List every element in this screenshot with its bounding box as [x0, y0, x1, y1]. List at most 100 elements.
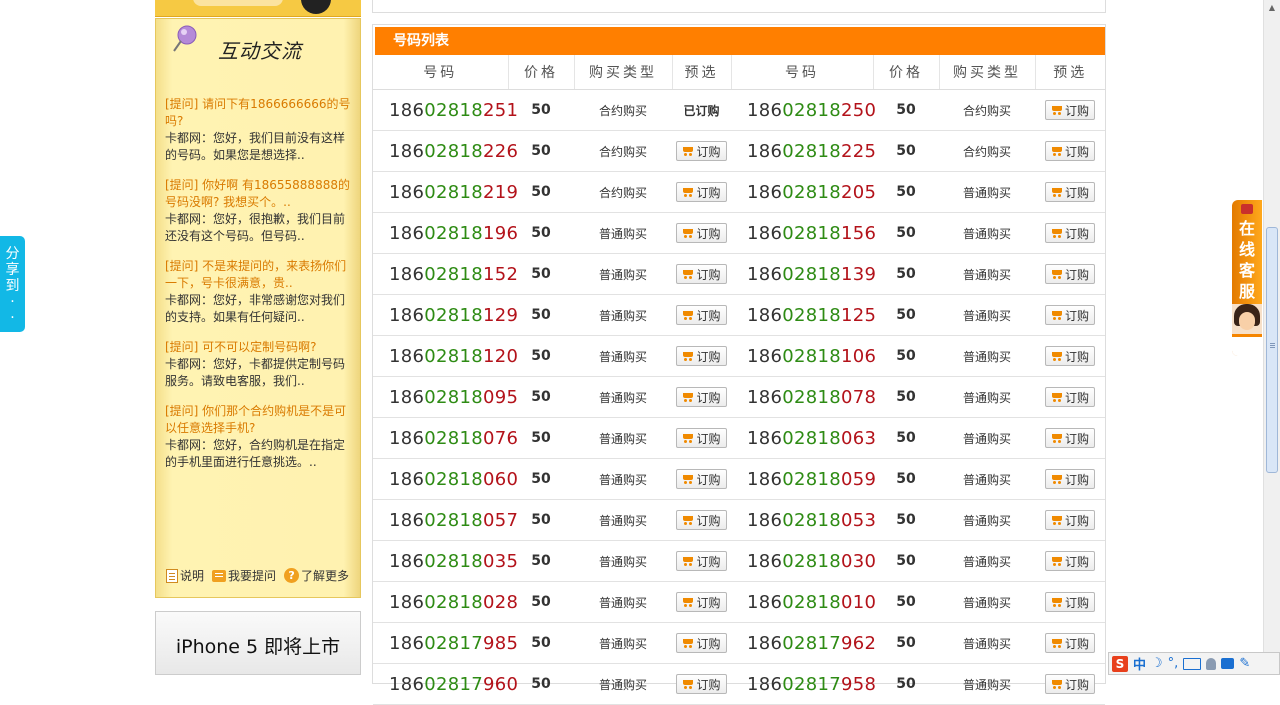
qa-question[interactable]: [提问] 你们那个合约购机是不是可以任意选择手机? — [165, 403, 355, 437]
user-icon[interactable] — [1206, 657, 1217, 670]
qa-item[interactable]: [提问] 请问下有1866666666的号吗? 卡都网：您好，我们目前没有这样的号… — [165, 96, 355, 164]
phone-number[interactable]: 18602818250 — [731, 89, 876, 131]
order-button[interactable]: 订购 — [1044, 510, 1095, 530]
order-button[interactable]: 订购 — [676, 305, 727, 325]
order-button[interactable]: 订购 — [1044, 551, 1095, 571]
scroll-up-arrow-icon[interactable]: ▲ — [1264, 0, 1280, 16]
qa-item[interactable]: [提问] 你们那个合约购机是不是可以任意选择手机? 卡都网：您好，合约购机是在指定… — [165, 403, 355, 471]
phone-number[interactable]: 18602818120 — [373, 335, 518, 377]
qa-item[interactable]: [提问] 不是来提问的，来表扬你们一下，号卡很满意，贵.. 卡都网：您好，非常感谢… — [165, 258, 355, 326]
ask-question-link[interactable]: 我要提问 — [212, 567, 276, 584]
order-button[interactable]: 订购 — [1044, 100, 1095, 120]
phone-number-part: 205 — [841, 181, 877, 203]
order-button[interactable]: 订购 — [1044, 633, 1095, 653]
order-button[interactable]: 订购 — [1044, 387, 1095, 407]
phone-number[interactable]: 18602817960 — [373, 663, 518, 705]
ime-toolbar[interactable]: S 中 ☽ °, ✎ — [1108, 652, 1280, 675]
phone-number[interactable]: 18602818152 — [373, 253, 518, 295]
order-button[interactable]: 订购 — [1044, 674, 1095, 694]
order-button[interactable]: 订购 — [676, 469, 727, 489]
phone-number[interactable]: 18602818129 — [373, 294, 518, 336]
vertical-scrollbar[interactable]: ▲ — [1263, 0, 1280, 675]
ime-logo-icon[interactable]: S — [1112, 655, 1128, 672]
order-button[interactable]: 订购 — [676, 428, 727, 448]
phone-number[interactable]: 18602818057 — [373, 499, 518, 541]
phone-number-part: 186 — [747, 509, 783, 531]
online-service-tab[interactable]: 在线客服 — [1232, 200, 1262, 356]
ime-mode-toggle[interactable]: 中 — [1133, 654, 1146, 673]
phone-number[interactable]: 18602818010 — [731, 581, 876, 623]
phone-number[interactable]: 18602817985 — [373, 622, 518, 664]
keyboard-icon[interactable] — [1183, 657, 1202, 670]
order-button-label: 订购 — [696, 472, 721, 487]
order-button[interactable]: 订购 — [1044, 305, 1095, 325]
qa-item[interactable]: [提问] 你好啊 有18655888888的号码没啊? 我想买个。.. 卡都网：您… — [165, 177, 355, 245]
order-button[interactable]: 订购 — [1044, 469, 1095, 489]
phone-number[interactable]: 18602818030 — [731, 540, 876, 582]
phone-number[interactable]: 18602818225 — [731, 130, 876, 172]
order-button[interactable]: 订购 — [1044, 141, 1095, 161]
order-button[interactable]: 订购 — [1044, 592, 1095, 612]
settings-wrench-icon[interactable]: ✎ — [1239, 656, 1250, 671]
reserve-cell: 订购 — [1035, 89, 1105, 131]
phone-number[interactable]: 18602818106 — [731, 335, 876, 377]
phone-number[interactable]: 18602818226 — [373, 130, 518, 172]
phone-number[interactable]: 18602818139 — [731, 253, 876, 295]
order-button[interactable]: 订购 — [1044, 223, 1095, 243]
share-tab[interactable]: 分享到 · · — [0, 236, 25, 332]
top-promo-banner[interactable] — [155, 0, 361, 17]
skin-icon[interactable] — [1221, 658, 1235, 669]
order-button[interactable]: 订购 — [676, 223, 727, 243]
order-button[interactable]: 订购 — [676, 510, 727, 530]
explain-link[interactable]: 说明 — [166, 567, 204, 584]
phone-number[interactable]: 18602818251 — [373, 89, 518, 131]
phone-number[interactable]: 18602818078 — [731, 376, 876, 418]
phone-number[interactable]: 18602818156 — [731, 212, 876, 254]
phone-number-part: 251 — [483, 99, 519, 121]
order-button[interactable]: 订购 — [676, 633, 727, 653]
phone-number[interactable]: 18602818053 — [731, 499, 876, 541]
order-button[interactable]: 订购 — [676, 264, 727, 284]
order-button[interactable]: 订购 — [1044, 182, 1095, 202]
iphone-banner[interactable]: iPhone 5 即将上市 — [155, 611, 361, 675]
panel-title: 互动交流 — [218, 39, 302, 63]
price-cell: 50 — [873, 130, 939, 172]
order-button[interactable]: 订购 — [1044, 264, 1095, 284]
order-button[interactable]: 订购 — [676, 387, 727, 407]
phone-number[interactable]: 18602818196 — [373, 212, 518, 254]
order-button[interactable]: 订购 — [676, 551, 727, 571]
learn-more-link[interactable]: ? 了解更多 — [284, 567, 349, 584]
phone-number[interactable]: 18602818076 — [373, 417, 518, 459]
purchase-type-cell: 合约购买 — [939, 130, 1035, 172]
ime-punctuation-icon[interactable]: °, — [1168, 656, 1179, 671]
phone-number[interactable]: 18602818028 — [373, 581, 518, 623]
phone-number[interactable]: 18602818125 — [731, 294, 876, 336]
order-button[interactable]: 订购 — [676, 674, 727, 694]
qa-question[interactable]: [提问] 可不可以定制号码啊? — [165, 339, 355, 356]
phone-number[interactable]: 18602818059 — [731, 458, 876, 500]
phone-number[interactable]: 18602817958 — [731, 663, 876, 705]
phone-number[interactable]: 18602818095 — [373, 376, 518, 418]
order-button[interactable]: 订购 — [676, 346, 727, 366]
phone-number[interactable]: 18602818219 — [373, 171, 518, 213]
qa-question[interactable]: [提问] 请问下有1866666666的号吗? — [165, 96, 355, 130]
order-button[interactable]: 订购 — [1044, 428, 1095, 448]
phone-number[interactable]: 18602818035 — [373, 540, 518, 582]
phone-number[interactable]: 18602818063 — [731, 417, 876, 459]
phone-number[interactable]: 18602818205 — [731, 171, 877, 213]
order-button[interactable]: 订购 — [676, 141, 727, 161]
scrollbar-thumb[interactable] — [1266, 227, 1278, 473]
order-button[interactable]: 订购 — [676, 592, 727, 612]
phone-number[interactable]: 18602818060 — [373, 458, 518, 500]
ordered-status: 已订购 — [683, 103, 720, 118]
order-button[interactable]: 订购 — [676, 182, 727, 202]
qa-item[interactable]: [提问] 可不可以定制号码啊? 卡都网：您好，卡都提供定制号码服务。请致电客服，我… — [165, 339, 355, 390]
order-button[interactable]: 订购 — [1044, 346, 1095, 366]
qa-question[interactable]: [提问] 你好啊 有18655888888的号码没啊? 我想买个。.. — [165, 177, 355, 211]
cart-icon — [682, 597, 694, 607]
qa-question[interactable]: [提问] 不是来提问的，来表扬你们一下，号卡很满意，贵.. — [165, 258, 355, 292]
phone-number-part: 02818 — [782, 222, 842, 244]
ime-fullwidth-icon[interactable]: ☽ — [1151, 656, 1163, 671]
phone-number-part: 186 — [389, 386, 425, 408]
phone-number[interactable]: 18602817962 — [731, 622, 876, 664]
